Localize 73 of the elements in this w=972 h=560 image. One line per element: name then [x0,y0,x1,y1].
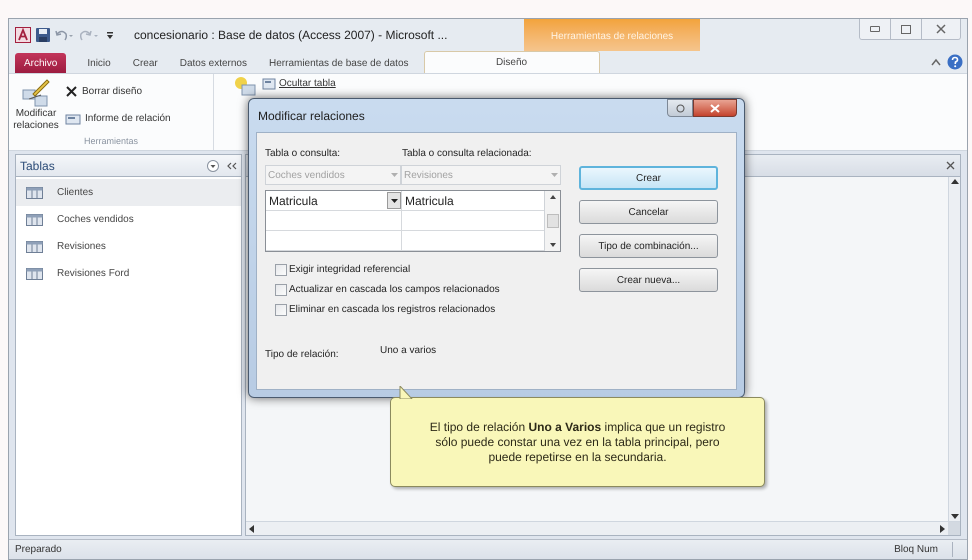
ribbon-tab[interactable]: Archivo [15,53,66,73]
checkbox-option[interactable]: Actualizar en cascada los campos relacionados [275,282,561,297]
dialog-title: Modificar relaciones [257,108,366,124]
dropdown-arrow-icon [551,173,558,177]
vertical-scrollbar[interactable] [544,191,560,251]
scroll-right-icon [940,524,945,532]
relationships-icon [21,78,51,108]
minimize-icon [870,26,880,32]
report-icon [65,112,81,124]
table-icon [26,268,43,280]
help-icon [676,104,684,112]
ribbon-tab[interactable]: Crear [122,53,169,73]
dialog-button[interactable]: Tipo de combinación... [579,234,718,258]
field-label: Tabla o consulta relacionada: [402,147,532,161]
grid-cell[interactable]: Matricula [402,191,544,210]
restore-icon [901,24,911,34]
ribbon-tab[interactable]: Inicio [76,53,122,73]
scroll-down-icon [550,243,556,247]
scroll-up-icon [550,195,556,199]
field-label: Tabla o consulta: [265,147,342,161]
collapse-pane-icon[interactable] [227,162,237,170]
dropdown-button[interactable] [387,192,401,209]
status-text: Preparado [15,543,63,557]
edit-relationships-button[interactable]: Modificar relaciones [11,78,61,134]
ribbon-tab[interactable]: Herramientas de base de datos [258,53,420,73]
scroll-up-icon [950,179,958,184]
show-table-icon[interactable] [234,76,256,96]
close-icon[interactable] [946,161,955,170]
contextual-group-label: Herramientas de relaciones [550,30,674,44]
scroll-down-icon [950,514,958,519]
app-icon [15,27,31,43]
callout-text: El tipo de relación Uno a Varios implica que un registro sólo puede constar una vez en la tabla principal, pero puede repetirse en la secundaria. [428,420,726,464]
dropdown-icon[interactable] [207,160,219,172]
table-icon [26,186,43,198]
help-button[interactable] [667,99,693,117]
help-icon[interactable] [947,54,963,70]
customize-toolbar-icon[interactable] [105,29,115,41]
pane-title: Tablas [20,158,56,174]
table-icon [26,214,43,226]
relationship-report-button[interactable]: Informe de relación [65,111,171,126]
close-icon [710,104,720,112]
collapse-ribbon-icon[interactable] [931,58,941,66]
horizontal-scrollbar[interactable] [246,522,948,535]
scroll-left-icon [249,524,254,532]
table-item[interactable]: Clientes [16,179,241,206]
clear-layout-button[interactable]: Borrar diseño [65,84,171,99]
table-icon [262,78,276,90]
field-dropdown[interactable]: Matricula [266,191,402,210]
ribbon-tab[interactable]: Datos externos [168,53,258,73]
table-icon [26,240,43,252]
scrollbar-thumb[interactable] [546,214,558,228]
table-item[interactable]: Revisiones [16,233,241,260]
close-icon [936,24,946,34]
table-item[interactable]: Revisiones Ford [16,260,241,287]
num-lock-indicator: Bloq Num [894,542,953,557]
relationship-type-value: Uno a varios [380,344,436,358]
x-icon [65,85,78,98]
window-title: concesionario : Base de datos (Access 2007) - Microsoft ... [134,27,448,44]
table-item[interactable]: Coches vendidos [16,206,241,233]
dropdown-arrow-icon [391,173,398,177]
checkbox-option[interactable]: Eliminar en cascada los registros relacionados [275,302,561,317]
save-icon[interactable] [36,28,50,42]
ribbon-group-label: Herramientas [82,134,140,148]
vertical-scrollbar[interactable] [948,177,960,521]
dialog-button[interactable]: Crear nueva... [579,268,718,292]
close-button[interactable] [693,99,737,117]
ribbon-tab[interactable]: Diseño [424,51,600,73]
dropdown-arrow-icon [390,198,398,202]
field-label: Tipo de relación: [265,348,340,362]
hide-table-button[interactable]: Ocultar tabla [262,76,336,91]
checkbox-option[interactable]: Exigir integridad referencial [275,262,561,277]
dialog-button[interactable]: Crear [579,166,718,190]
dialog-button[interactable]: Cancelar [579,200,718,224]
